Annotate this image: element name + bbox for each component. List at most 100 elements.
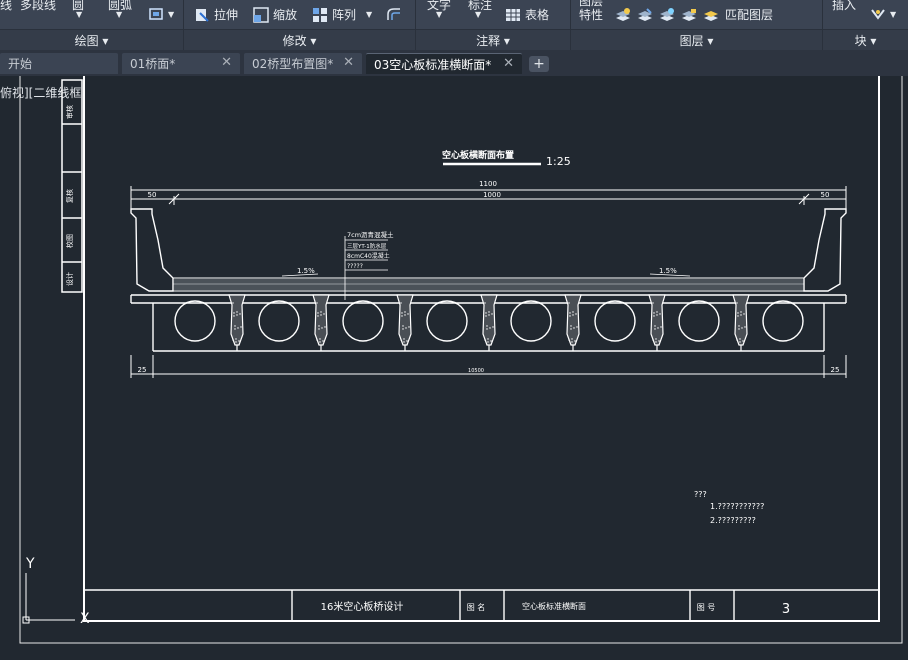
drawing-title: 空心板横断面布置 [442,149,514,161]
joint-hatch-dot [407,313,409,315]
joint-hatch-dot [737,315,739,317]
joint-hatch-dot [568,339,570,341]
panel-draw[interactable]: 绘图 ▾ [0,29,183,51]
slope-right: 1.5% [659,267,677,275]
panel-block[interactable]: 块 ▾ [823,29,908,51]
joint-hatch-dot [406,340,408,342]
scale-button[interactable]: 缩放 [253,6,297,23]
tab-02[interactable]: 02桥型布置图* ✕ [244,53,362,74]
drawing-name: 空心板标准横断面 [522,601,586,611]
rectangle-tool[interactable]: ▼ [148,6,174,22]
joint-hatch-dot [736,302,738,304]
joint-hatch-dot [568,302,570,304]
joint-hatch-dot [235,338,237,340]
joint-hatch-dot [235,341,237,343]
joint-hatch-dot [320,311,322,313]
offset-button[interactable] [386,6,402,22]
dim-right: 50 [821,191,830,199]
chevron-down-icon[interactable]: ▼ [436,10,442,19]
new-tab-button[interactable]: + [529,56,549,72]
chevron-down-icon[interactable]: ▼ [116,10,122,19]
joint-hatch-dot [740,311,742,313]
joint-hatch-dot [739,338,741,340]
joint-hatch-dot [240,326,242,328]
table-button[interactable]: 表格 [505,6,549,23]
note-1: 1.??????????? [710,502,764,511]
joint-hatch-dot [660,326,662,328]
stretch-button[interactable]: 拉伸 [194,6,238,23]
rectangle-icon [149,8,163,20]
layer-properties-button[interactable]: 图层 特性 [579,0,603,22]
note-2: 2.????????? [710,516,756,525]
table-icon [506,8,520,21]
tab-01[interactable]: 01桥面* ✕ [122,53,240,74]
bottom-dimensions [130,355,847,378]
joint-hatch-dot [484,339,486,341]
scale-icon [253,6,269,23]
hollow-void [258,300,300,342]
joint-hatch-dot [736,339,738,341]
joint-hatch-dot [569,315,571,317]
line-tool[interactable]: 线 [0,0,12,13]
panel-modify[interactable]: 修改 ▾ [184,29,415,51]
dim-left: 50 [148,191,157,199]
joint-hatch-dot [652,339,654,341]
hinge-joint [732,294,750,346]
strip-text: 设计 [65,272,74,286]
hollow-void [342,300,384,342]
panel-annotation[interactable]: 注释 ▾ [416,29,570,51]
joint-hatch-dot [742,340,744,342]
close-icon[interactable]: ✕ [503,56,514,71]
drawing-canvas[interactable]: 审核 复核 校图 设计 空心板横断面布置 1:25 1100 50 1000 5… [0,76,908,660]
joint-hatch-dot [656,314,658,316]
chevron-down-icon[interactable]: ▼ [475,10,481,19]
array-button[interactable]: 阵列 ▼ [312,6,372,23]
layer-tools[interactable]: 匹配图层 [615,6,773,23]
hinge-joint [480,294,498,346]
joint-hatch-dot [653,312,655,314]
joint-hatch-dot [402,328,404,330]
ucs-y-label: Y [25,556,35,572]
close-icon[interactable]: ✕ [221,55,232,70]
block-edit-tool[interactable]: ▼ [870,6,896,22]
joint-hatch-dot [233,315,235,317]
joint-hatch-dot [317,315,319,317]
joint-hatch-dot [492,326,494,328]
joint-hatch-dot [571,341,573,343]
panel-layers[interactable]: 图层 ▾ [571,29,822,51]
tab-start[interactable]: 开始 [0,53,118,74]
joint-hatch-dot [316,302,318,304]
hinge-joint [396,294,414,346]
hollow-void [510,300,552,342]
project-name: 16米空心板桥设计 [321,600,404,613]
joint-hatch-dot [574,340,576,342]
joint-hatch-dot [657,327,659,329]
joint-hatch-dot [489,327,491,329]
hollow-void [426,300,468,342]
joint-hatch-dot [576,326,578,328]
joint-hatch-dot [485,315,487,317]
dim-total: 1100 [479,180,497,188]
dim-bottom-right: 25 [831,366,840,374]
layer-lock-icon [682,8,696,21]
chevron-down-icon[interactable]: ▼ [76,10,82,19]
hollow-void [762,300,804,342]
ribbon: 线 多段线 圆 圆弧 ▼ ▼ ▼ 拉伸 缩放 阵列 ▼ 文字 ▼ 标注 ▼ 表格… [0,0,908,51]
pavement-hatch [174,279,803,290]
joint-hatch-dot [401,315,403,317]
joint-hatch-dot [405,327,407,329]
tab-03[interactable]: 03空心板标准横断面* ✕ [366,53,522,74]
polyline-tool[interactable]: 多段线 [20,0,56,13]
close-icon[interactable]: ✕ [343,55,354,70]
block-edit-icon [871,9,885,20]
joint-hatch-dot [575,313,577,315]
insert-block-tool[interactable]: 插入 [832,0,856,13]
joint-hatch-dot [239,313,241,315]
offset-icon [387,8,400,20]
joint-hatch-dot [743,313,745,315]
match-layer-icon [704,10,718,21]
joint-hatch-dot [400,339,402,341]
notes-title: ??? [694,490,707,499]
joint-hatch-dot [236,314,238,316]
joint-hatch-dot [740,314,742,316]
